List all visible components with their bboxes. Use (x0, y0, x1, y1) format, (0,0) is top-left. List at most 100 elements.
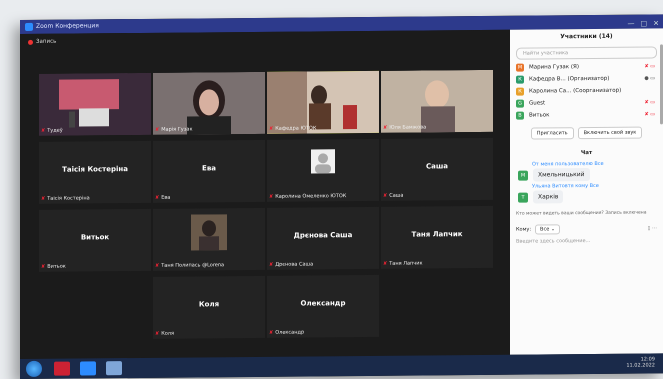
video-gallery: Запись ✘ Тудеў ✘ Марія Гузак ✘ Кафедра ЮТОК… (20, 29, 510, 359)
participant-video (153, 71, 265, 135)
muted-mic-icon: ✘ ▭ (644, 111, 655, 118)
opera-icon[interactable] (54, 361, 70, 376)
muted-mic-icon: ✘ (269, 125, 274, 132)
message-sender: От меня пользователю Все (532, 160, 604, 168)
participant-search-input[interactable]: Найти участника (516, 46, 657, 60)
person-icon (315, 153, 331, 174)
message-text: Хмельницький (533, 168, 590, 182)
tile-label: Таня Лапчик (389, 260, 423, 267)
video-tile[interactable]: ✘ Марія Гузак (153, 71, 265, 135)
start-button[interactable] (26, 360, 42, 377)
message-sender: Ульяна Витовтя кому Все (532, 182, 599, 190)
participant-row[interactable]: В Витьок ✘ ▭ (510, 108, 663, 121)
tile-name: Дрєнова Саша (293, 231, 353, 240)
tile-name: Таісія Костеріна (62, 165, 128, 174)
video-tile[interactable]: Таня Лапчик ✘ Таня Лапчик (381, 205, 493, 269)
video-tile[interactable]: Ева ✘ Ева (153, 139, 265, 203)
video-tile[interactable]: ✘ Каролина Омеленко ЮТОК (267, 138, 379, 202)
tile-name: Олександр (300, 299, 346, 308)
muted-mic-icon: ✘ (383, 192, 388, 199)
avatar: В (516, 111, 524, 120)
video-tile[interactable]: Витьок ✘ Витьок (39, 208, 151, 272)
profile-picture (311, 149, 335, 174)
chat-title: Чат (580, 150, 593, 157)
invite-button[interactable]: Пригласить (530, 127, 574, 140)
tile-label: Таісія Костеріна (47, 195, 90, 202)
avatar: М (516, 63, 524, 72)
tile-label: Коля (161, 330, 175, 337)
tile-label: Тудеў (47, 127, 63, 134)
recipient-select[interactable]: Все ⌄ (535, 224, 561, 235)
avatar: Т (518, 192, 528, 203)
video-tile[interactable]: Олександр ✘ Олександр (267, 274, 379, 338)
profile-picture (191, 214, 227, 251)
chat-message: М Хмельницький (518, 167, 663, 182)
zoom-icon[interactable] (80, 361, 96, 376)
record-dot-icon (28, 39, 33, 45)
muted-mic-icon: ✘ (41, 195, 46, 202)
chat-section: Чат От меня пользователю Все М Хмельницьк… (510, 146, 663, 245)
muted-mic-icon: ✘ (41, 263, 46, 270)
tile-name: Витьок (80, 233, 110, 242)
avatar: G (516, 99, 524, 108)
recipient-value: Все (540, 226, 550, 233)
recording-label: Запись (36, 38, 57, 45)
participant-name: Марина Гузак (Я) (529, 64, 579, 71)
tile-name: Ева (202, 164, 216, 173)
taskbar: 12:09 11.02.2022 (20, 353, 663, 379)
participant-name: Витьок (529, 112, 550, 119)
video-tile[interactable]: ✘ Тудеў (39, 72, 151, 136)
chat-input[interactable]: Введите здесь сообщение... (516, 237, 657, 245)
muted-mic-icon: ✘ (383, 124, 388, 131)
tile-label: Витьок (47, 263, 66, 270)
system-tray[interactable]: 12:09 11.02.2022 (626, 356, 655, 368)
participant-video (381, 69, 493, 133)
tile-label: Саша (389, 192, 404, 199)
tile-label: Олександр (275, 329, 305, 336)
message-text: Харків (533, 190, 564, 204)
muted-mic-icon: ✘ (155, 194, 160, 201)
video-tile[interactable]: ✘ Таня Полипась @Lorena (153, 207, 265, 271)
tile-label: Ева (161, 194, 171, 201)
tile-label: Дрєнова Саша (275, 261, 314, 268)
clock-date: 11.02.2022 (626, 362, 655, 369)
muted-mic-icon: ✘ ▭ (644, 99, 655, 106)
file-icon[interactable]: ▯ ⋯ (648, 225, 657, 231)
muted-mic-icon: ✘ (383, 260, 388, 267)
participants-header: Участники (14) (510, 28, 663, 45)
tile-label: Таня Полипась @Lorena (161, 262, 225, 269)
tile-name: Таня Лапчик (411, 230, 463, 239)
participant-name: Кафедра В... (Организатор) (529, 75, 610, 83)
video-tile[interactable]: Дрєнова Саша ✘ Дрєнова Саша (267, 206, 379, 270)
avatar: М (518, 170, 528, 181)
muted-mic-icon: ✘ (269, 261, 274, 268)
muted-mic-icon: ✘ (269, 193, 274, 200)
tile-label: Юля Бамжова (389, 124, 427, 131)
window-title: Zoom Конференция (36, 22, 99, 30)
classroom-video (39, 72, 151, 136)
muted-mic-icon: ✘ (155, 330, 160, 337)
video-tile[interactable]: Саша ✘ Саша (381, 137, 493, 201)
tile-label: Кафедра ЮТОК (275, 125, 317, 132)
muted-mic-icon: ✘ (269, 329, 274, 336)
recording-indicator[interactable]: Запись (28, 39, 56, 45)
participant-video (267, 70, 379, 134)
chat-visibility-hint[interactable]: Кто может видеть ваши сообщения? Запись … (516, 210, 659, 217)
muted-mic-icon: ✘ (155, 126, 160, 133)
tile-label: Каролина Омеленко ЮТОК (275, 193, 347, 200)
video-tile[interactable]: Таісія Костеріна ✘ Таісія Костеріна (39, 140, 151, 204)
tile-name: Коля (198, 300, 220, 309)
chat-message: Т Харків (518, 189, 663, 204)
video-tile[interactable]: ✘ Юля Бамжова (381, 69, 493, 133)
chat-recipient-row: Кому: Все ⌄ ▯ ⋯ (516, 223, 657, 235)
tile-label: Марія Гузак (161, 126, 193, 133)
avatar: К (516, 75, 524, 84)
unmute-button[interactable]: Включить свой звук (577, 126, 643, 140)
video-tile-active-speaker[interactable]: ✘ Кафедра ЮТОК (267, 70, 379, 134)
muted-mic-icon: ✘ (155, 262, 160, 269)
avatar: К (516, 87, 524, 96)
app-icon[interactable] (106, 361, 122, 376)
participant-name: Guest (529, 100, 546, 107)
tile-name: Саша (425, 162, 449, 171)
video-tile[interactable]: Коля ✘ Коля (153, 275, 265, 339)
